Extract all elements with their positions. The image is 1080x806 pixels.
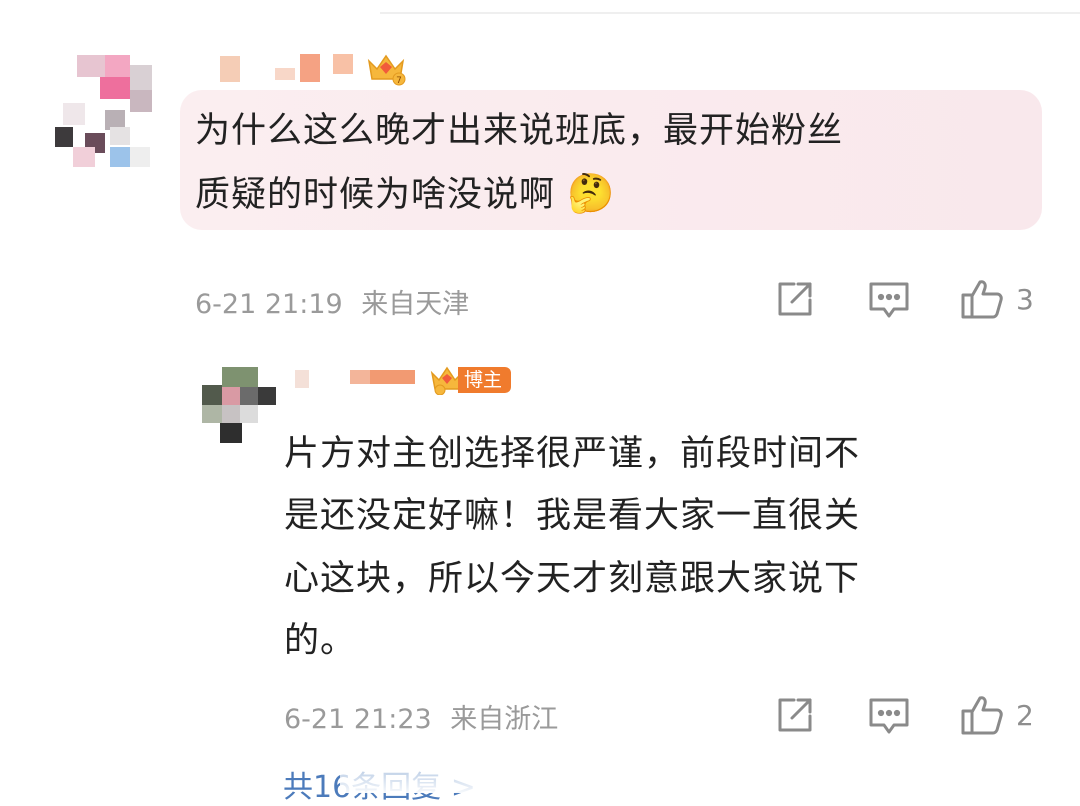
thumbs-up-icon [961, 280, 1003, 319]
watermark-fade [340, 752, 680, 793]
comment-like-count: 3 [1016, 282, 1034, 316]
reply-like-count: 2 [1016, 698, 1034, 732]
commenter-avatar[interactable] [55, 55, 155, 170]
comment-time: 6-21 21:19 [195, 289, 343, 320]
comment-text-line-1: 为什么这么晚才出来说班底，最开始粉丝 [195, 111, 844, 151]
reply-author-avatar[interactable] [202, 367, 278, 443]
reply-author-name[interactable] [295, 368, 425, 390]
crown-badge-icon: 7 [367, 54, 406, 86]
reply-share-button[interactable] [776, 696, 814, 734]
comment-location: 来自天津 [361, 289, 470, 320]
top-divider [380, 12, 1080, 14]
reply-text-line-1: 片方对主创选择很严谨，前段时间不 [284, 434, 861, 474]
reply-reply-button[interactable] [868, 697, 910, 735]
thinking-emoji: 🤔 [567, 171, 616, 215]
comment-icon [869, 282, 909, 318]
reply-text-line-4: 的。 [284, 621, 357, 661]
svg-text:7: 7 [396, 76, 402, 86]
comment-meta: 6-21 21:19 来自天津 [195, 282, 469, 321]
share-icon [778, 698, 812, 732]
comment-text-line-2: 质疑的时候为啥没说啊 🤔 [195, 162, 615, 226]
reply-text-line-3: 心这块，所以今天才刻意跟大家说下 [284, 559, 861, 599]
reply-location: 来自浙江 [450, 704, 559, 735]
reply-text-line-2: 是还没定好嘛！我是看大家一直很关 [284, 496, 861, 536]
comment-reply-button[interactable] [868, 281, 910, 319]
commenter-name[interactable] [205, 52, 365, 84]
comment-like-button[interactable]: 3 [960, 278, 1034, 320]
reply-time: 6-21 21:23 [284, 704, 432, 735]
reply-like-button[interactable]: 2 [960, 694, 1034, 736]
comment-icon [869, 698, 909, 734]
thumbs-up-icon [961, 696, 1003, 735]
blogger-badge-label: 博主 [458, 367, 512, 393]
comment-text-line-2-text: 质疑的时候为啥没说啊 [195, 175, 556, 215]
reply-meta: 6-21 21:23 来自浙江 [284, 697, 558, 736]
share-icon [778, 282, 812, 316]
blogger-badge: 博主 [430, 365, 512, 395]
comment-share-button[interactable] [776, 280, 814, 318]
